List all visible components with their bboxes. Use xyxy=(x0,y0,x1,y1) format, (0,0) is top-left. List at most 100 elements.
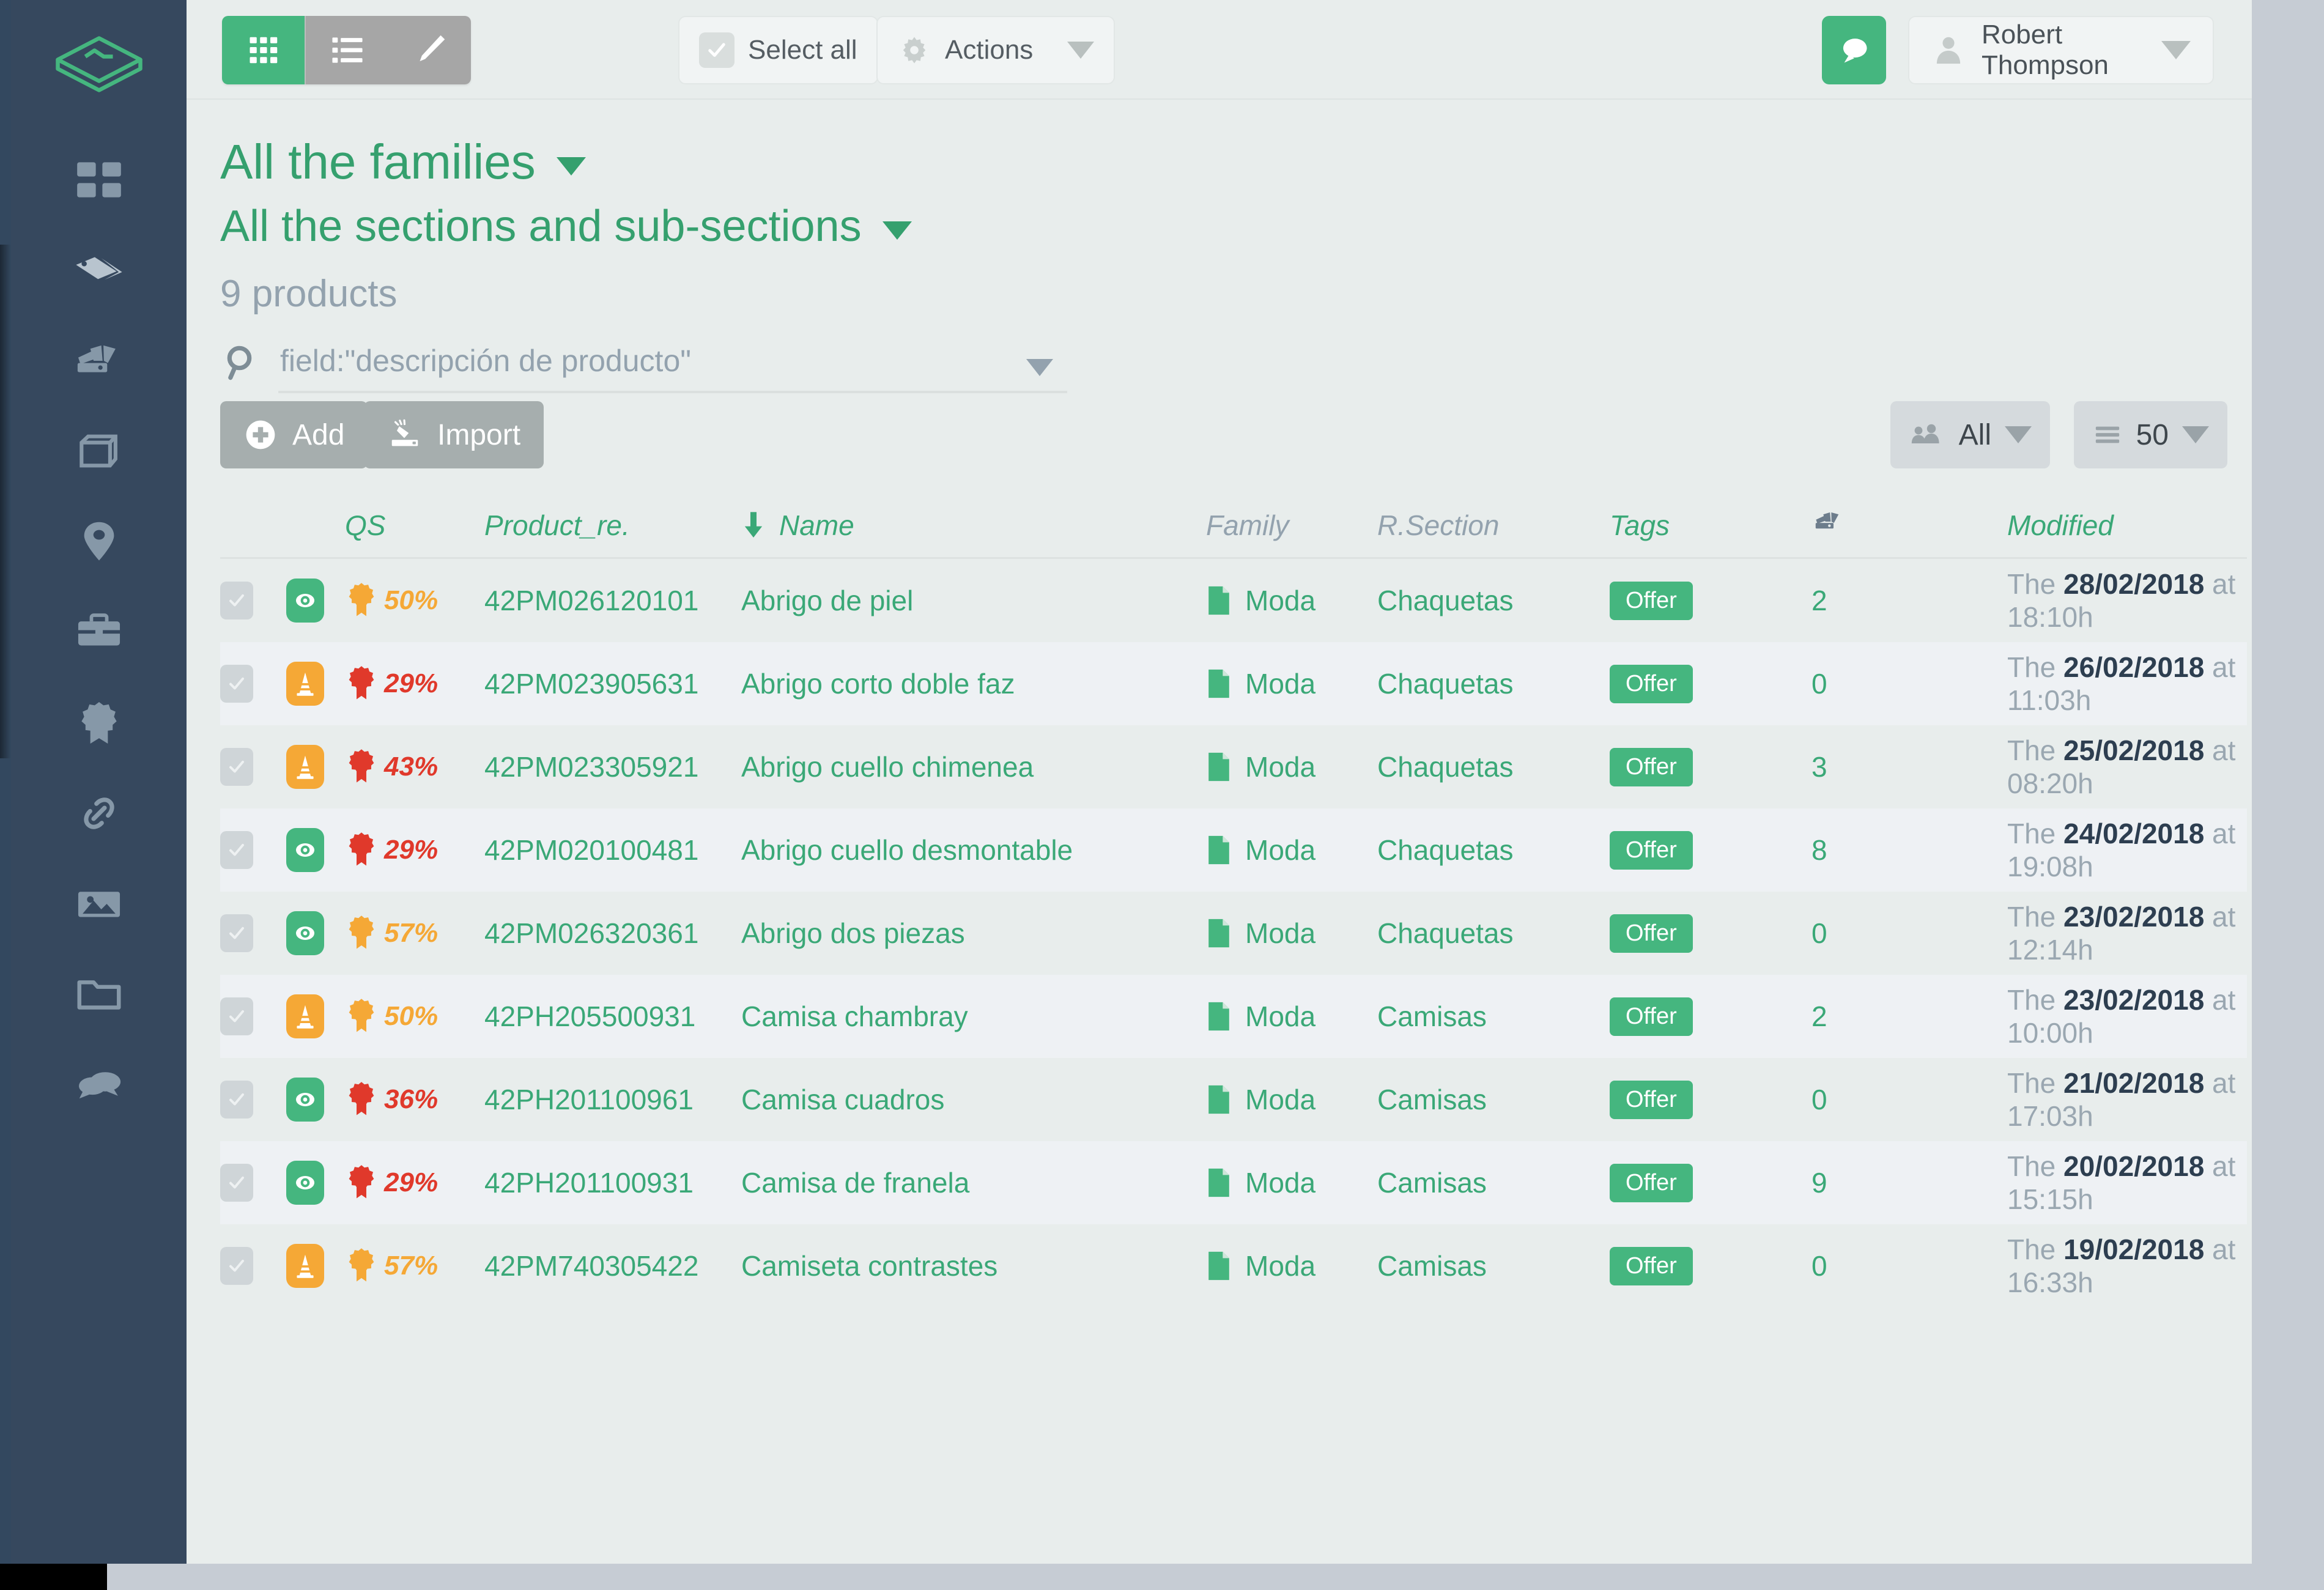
row-checkbox[interactable] xyxy=(220,1164,253,1202)
row-checkbox-cell[interactable] xyxy=(220,748,286,786)
status-badge[interactable] xyxy=(286,911,324,955)
status-badge[interactable] xyxy=(286,1244,324,1288)
sidebar-item-messages[interactable] xyxy=(11,1040,187,1130)
actions-button[interactable]: Actions xyxy=(876,16,1116,84)
scope-filter-button[interactable]: All xyxy=(1890,401,2050,468)
status-badge[interactable] xyxy=(286,662,324,706)
row-checkbox[interactable] xyxy=(220,1247,253,1285)
table-row[interactable]: 29% 42PH201100931 Camisa de franela Moda Cam… xyxy=(220,1141,2247,1224)
select-all-checkbox[interactable] xyxy=(699,32,735,68)
header-name[interactable]: Name xyxy=(741,509,1206,542)
row-checkbox-cell[interactable] xyxy=(220,997,286,1035)
view-mode-list-button[interactable] xyxy=(306,16,388,84)
row-reference[interactable]: 42PH201100931 xyxy=(484,1166,741,1199)
search-input[interactable]: field:"descripción de producto" xyxy=(280,343,691,379)
row-checkbox[interactable] xyxy=(220,748,253,786)
page-size-button[interactable]: 50 xyxy=(2073,401,2227,468)
collapsed-panel-strip[interactable] xyxy=(0,0,11,1564)
chevron-down-icon[interactable] xyxy=(882,221,912,240)
header-family[interactable]: Family xyxy=(1206,509,1377,542)
header-modified[interactable]: Modified xyxy=(2007,509,2247,542)
row-status-cell[interactable] xyxy=(286,911,345,955)
status-badge-offer[interactable]: Offer xyxy=(1610,1163,1693,1202)
row-checkbox-cell[interactable] xyxy=(220,1164,286,1202)
row-status-cell[interactable] xyxy=(286,994,345,1038)
view-mode-grid-button[interactable] xyxy=(222,16,305,84)
status-badge-offer[interactable]: Offer xyxy=(1610,747,1693,786)
sidebar-item-swatches[interactable] xyxy=(11,316,187,406)
row-checkbox[interactable] xyxy=(220,914,253,952)
row-checkbox[interactable] xyxy=(220,1081,253,1119)
sidebar-item-briefcase[interactable] xyxy=(11,587,187,678)
header-attachments[interactable] xyxy=(1811,506,2007,544)
vertical-scrollbar[interactable] xyxy=(2252,0,2324,1564)
row-status-cell[interactable] xyxy=(286,662,345,706)
row-reference[interactable]: 42PH205500931 xyxy=(484,1000,741,1033)
row-checkbox-cell[interactable] xyxy=(220,582,286,619)
chevron-down-icon[interactable] xyxy=(556,157,586,176)
status-badge-offer[interactable]: Offer xyxy=(1610,1246,1693,1285)
row-reference[interactable]: 42PM026120101 xyxy=(484,584,741,617)
status-badge-offer[interactable]: Offer xyxy=(1610,997,1693,1036)
row-name[interactable]: Abrigo corto doble faz xyxy=(741,667,1206,700)
chevron-down-icon[interactable] xyxy=(1067,42,1095,59)
status-badge[interactable] xyxy=(286,745,324,789)
row-name[interactable]: Camisa chambray xyxy=(741,1000,1206,1033)
table-row[interactable]: 29% 42PM023905631 Abrigo corto doble faz Mo… xyxy=(220,642,2247,725)
row-status-cell[interactable] xyxy=(286,745,345,789)
status-badge-offer[interactable]: Offer xyxy=(1610,581,1693,620)
sidebar-item-tags[interactable] xyxy=(11,225,187,316)
status-badge[interactable] xyxy=(286,1078,324,1122)
row-name[interactable]: Camisa cuadros xyxy=(741,1083,1206,1116)
section-filter[interactable]: All the sections and sub-sections xyxy=(220,201,912,251)
row-name[interactable]: Camiseta contrastes xyxy=(741,1249,1206,1282)
table-row[interactable]: 57% 42PM026320361 Abrigo dos piezas Moda Cha… xyxy=(220,892,2247,975)
family-filter[interactable]: All the families xyxy=(220,134,586,190)
sidebar-item-media[interactable] xyxy=(11,859,187,949)
row-status-cell[interactable] xyxy=(286,1078,345,1122)
row-name[interactable]: Abrigo dos piezas xyxy=(741,917,1206,950)
header-qs[interactable]: QS xyxy=(345,509,484,542)
header-tags[interactable]: Tags xyxy=(1610,509,1811,542)
row-reference[interactable]: 42PH201100961 xyxy=(484,1083,741,1116)
import-button[interactable]: Import xyxy=(364,401,544,468)
row-checkbox[interactable] xyxy=(220,665,253,703)
row-status-cell[interactable] xyxy=(286,579,345,623)
header-reference[interactable]: Product_re. xyxy=(484,509,741,542)
sidebar-item-quality[interactable] xyxy=(11,678,187,768)
table-row[interactable]: 50% 42PH205500931 Camisa chambray Moda Camis… xyxy=(220,975,2247,1058)
status-badge-offer[interactable]: Offer xyxy=(1610,1080,1693,1119)
select-all-button[interactable]: Select all xyxy=(678,16,878,84)
row-checkbox[interactable] xyxy=(220,831,253,869)
table-row[interactable]: 29% 42PM020100481 Abrigo cuello desmontabl… xyxy=(220,808,2247,892)
table-row[interactable]: 43% 42PM023305921 Abrigo cuello chimenea Mo… xyxy=(220,725,2247,808)
table-row[interactable]: 57% 42PM740305422 Camiseta contrastes Moda C… xyxy=(220,1224,2247,1307)
status-badge[interactable] xyxy=(286,1161,324,1205)
add-button[interactable]: Add xyxy=(220,401,368,468)
row-checkbox-cell[interactable] xyxy=(220,1081,286,1119)
app-logo[interactable] xyxy=(11,18,187,116)
row-reference[interactable]: 42PM023305921 xyxy=(484,750,741,783)
row-checkbox-cell[interactable] xyxy=(220,665,286,703)
row-name[interactable]: Abrigo cuello desmontable xyxy=(741,834,1206,867)
sidebar-item-folders[interactable] xyxy=(11,949,187,1040)
table-row[interactable]: 36% 42PH201100961 Camisa cuadros Moda Camisa… xyxy=(220,1058,2247,1141)
table-row[interactable]: 50% 42PM026120101 Abrigo de piel Moda Chaque… xyxy=(220,559,2247,642)
sidebar-item-products[interactable] xyxy=(11,406,187,497)
status-badge[interactable] xyxy=(286,579,324,623)
chevron-down-icon[interactable] xyxy=(2161,41,2191,59)
chevron-down-icon[interactable] xyxy=(1026,359,1053,376)
row-checkbox-cell[interactable] xyxy=(220,914,286,952)
row-name[interactable]: Camisa de franela xyxy=(741,1166,1206,1199)
search-bar[interactable]: field:"descripción de producto" xyxy=(220,332,1070,399)
row-reference[interactable]: 42PM740305422 xyxy=(484,1249,741,1282)
status-badge[interactable] xyxy=(286,994,324,1038)
status-badge-offer[interactable]: Offer xyxy=(1610,664,1693,703)
chevron-down-icon[interactable] xyxy=(2182,426,2209,443)
row-status-cell[interactable] xyxy=(286,1244,345,1288)
row-reference[interactable]: 42PM026320361 xyxy=(484,917,741,950)
header-section[interactable]: R.Section xyxy=(1377,509,1610,542)
view-mode-edit-button[interactable] xyxy=(388,16,471,84)
row-name[interactable]: Abrigo cuello chimenea xyxy=(741,750,1206,783)
row-checkbox-cell[interactable] xyxy=(220,1247,286,1285)
